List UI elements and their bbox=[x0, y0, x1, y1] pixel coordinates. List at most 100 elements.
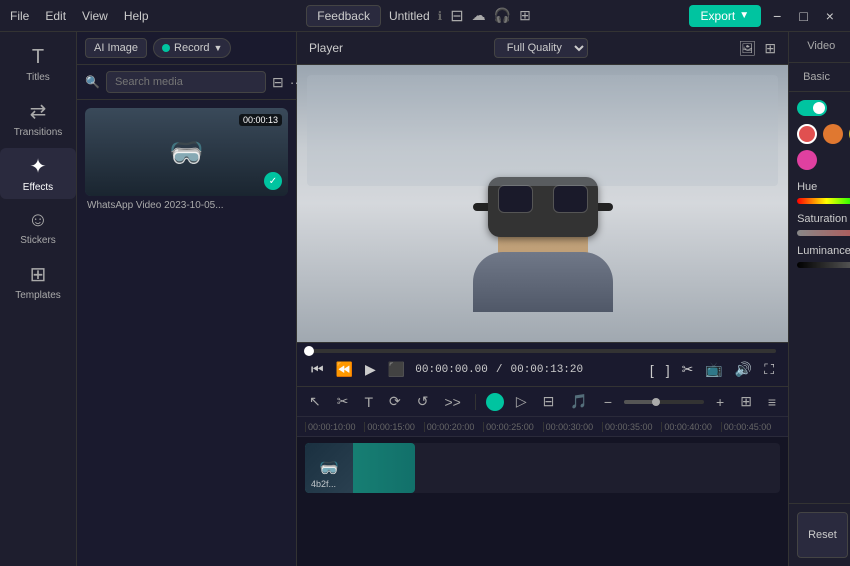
tl-split-tool[interactable]: ⊟ bbox=[539, 391, 559, 412]
list-item[interactable]: 🥽 00:00:13 ✓ WhatsApp Video 2023-10-05..… bbox=[85, 108, 288, 211]
sidebar-item-stickers[interactable]: ☺ Stickers bbox=[0, 203, 76, 252]
menu-file[interactable]: File bbox=[10, 9, 29, 23]
cloud-icon: ☁ bbox=[472, 7, 486, 24]
sidebar-item-templates[interactable]: ⊞ Templates bbox=[0, 256, 76, 307]
tl-record-button[interactable] bbox=[486, 393, 504, 411]
expand-icon[interactable]: ⊞ bbox=[764, 40, 776, 57]
menu-help[interactable]: Help bbox=[124, 9, 149, 23]
minimize-button[interactable]: − bbox=[767, 6, 787, 26]
media-item-name: WhatsApp Video 2023-10-05... bbox=[85, 200, 288, 211]
filter-icon[interactable]: ⊟ bbox=[272, 74, 284, 91]
media-search-bar: 🔍 ⊟ ··· bbox=[77, 65, 296, 100]
feedback-button[interactable]: Feedback bbox=[306, 5, 381, 27]
razor-tool[interactable]: ✂ bbox=[333, 391, 353, 412]
media-grid: 🥽 00:00:13 ✓ WhatsApp Video 2023-10-05..… bbox=[77, 100, 296, 566]
main-layout: T Titles ⇄ Transitions ✦ Effects ☺ Stick… bbox=[0, 32, 850, 566]
color-dot-pink[interactable] bbox=[797, 150, 817, 170]
toggle-knob bbox=[813, 102, 825, 114]
bracket-in-button[interactable]: [ bbox=[648, 360, 656, 380]
tl-play-tool[interactable]: ▷ bbox=[512, 391, 531, 412]
fullscreen-button[interactable]: ⛶ bbox=[762, 359, 776, 380]
maximize-button[interactable]: □ bbox=[793, 6, 813, 26]
quality-select[interactable]: Full Quality bbox=[494, 38, 588, 58]
selected-check-badge: ✓ bbox=[264, 172, 282, 190]
luminance-label: Luminance bbox=[797, 245, 850, 257]
reset-button[interactable]: Reset bbox=[797, 512, 848, 558]
tl-plus-tool[interactable]: + bbox=[712, 392, 728, 412]
tl-minus-tool[interactable]: − bbox=[600, 392, 616, 412]
tl-zoom-slider-container bbox=[624, 400, 704, 404]
app-title: Untitled bbox=[389, 9, 430, 23]
layout-icon: ⊞ bbox=[519, 7, 531, 24]
hsl-toggle[interactable] bbox=[797, 100, 827, 116]
media-top-toolbar: AI Image Record ▼ bbox=[77, 32, 296, 65]
duration-badge: 00:00:13 bbox=[239, 114, 282, 126]
transitions-icon: ⇄ bbox=[30, 99, 47, 124]
hue-slider-track[interactable] bbox=[797, 198, 850, 204]
screen-button[interactable]: 📺 bbox=[703, 359, 724, 380]
color-subtabs: Basic HSL ◑ ⊟ ▼ bbox=[789, 63, 850, 92]
tl-options-icon[interactable]: ≡ bbox=[764, 392, 780, 412]
player-area: Player Full Quality 🖼 ⊞ bbox=[297, 32, 788, 386]
zoom-track[interactable] bbox=[624, 400, 704, 404]
ai-image-button[interactable]: AI Image bbox=[85, 38, 147, 58]
search-icon: 🔍 bbox=[85, 75, 100, 89]
menu-view[interactable]: View bbox=[82, 9, 108, 23]
image-icon[interactable]: 🖼 bbox=[739, 40, 757, 57]
titles-icon: T bbox=[32, 46, 44, 69]
menu-edit[interactable]: Edit bbox=[45, 9, 66, 23]
subtab-basic[interactable]: Basic bbox=[797, 69, 836, 85]
text-tool[interactable]: T bbox=[360, 392, 377, 412]
bracket-out-button[interactable]: ] bbox=[664, 360, 672, 380]
hue-label-row: Hue ◇ 0.00 bbox=[797, 180, 850, 194]
ruler-mark: 00:00:30:00 bbox=[543, 422, 602, 432]
close-button[interactable]: × bbox=[820, 6, 840, 26]
templates-icon: ⊞ bbox=[30, 262, 47, 287]
step-back-button[interactable]: ⏪ bbox=[334, 359, 355, 380]
refresh-tool[interactable]: ↺ bbox=[413, 391, 433, 412]
time-separator: / bbox=[496, 364, 503, 376]
volume-button[interactable]: 🔊 bbox=[733, 359, 754, 380]
pointer-tool[interactable]: ↖ bbox=[305, 391, 325, 412]
record-indicator bbox=[162, 44, 170, 52]
sidebar-item-effects[interactable]: ✦ Effects bbox=[0, 148, 76, 199]
ruler-mark: 00:00:40:00 bbox=[661, 422, 720, 432]
clip-label: 4b2f... bbox=[307, 477, 340, 491]
luminance-slider-track[interactable] bbox=[797, 262, 850, 268]
player-controls-bar: ⏮ ⏪ ▶ ⬛ 00:00:00.00 / 00:00:13:20 [ ] ✂ … bbox=[297, 342, 788, 386]
player-header: Player Full Quality 🖼 ⊞ bbox=[297, 32, 788, 65]
search-input[interactable] bbox=[106, 71, 266, 93]
tl-settings-icon[interactable]: ⊞ bbox=[736, 391, 756, 412]
sidebar-item-titles[interactable]: T Titles bbox=[0, 40, 76, 89]
stop-button[interactable]: ⬛ bbox=[386, 359, 407, 380]
more-tools[interactable]: >> bbox=[441, 392, 465, 412]
color-dot-red[interactable] bbox=[797, 124, 817, 144]
track: 🥽 4b2f... bbox=[305, 443, 780, 493]
tab-video[interactable]: Video bbox=[789, 32, 850, 62]
export-button[interactable]: Export ▼ bbox=[689, 5, 762, 27]
ruler-mark: 00:00:45:00 bbox=[721, 422, 780, 432]
transitions-label: Transitions bbox=[14, 127, 63, 138]
titlebar: File Edit View Help Feedback Untitled ℹ … bbox=[0, 0, 850, 32]
progress-bar[interactable] bbox=[309, 349, 776, 353]
play-button[interactable]: ▶ bbox=[363, 359, 378, 380]
tl-audio-tool[interactable]: 🎵 bbox=[566, 391, 591, 412]
ruler-marks-container: 00:00:10:0000:00:15:0000:00:20:0000:00:2… bbox=[305, 422, 780, 432]
titlebar-right: Export ▼ − □ × bbox=[689, 5, 840, 27]
track-clip[interactable]: 🥽 4b2f... bbox=[305, 443, 415, 493]
hue-slider-group: Hue ◇ 0.00 bbox=[797, 180, 850, 204]
stickers-label: Stickers bbox=[20, 235, 56, 246]
split-button[interactable]: ✂ bbox=[680, 359, 696, 380]
chevron-down-icon: ▼ bbox=[214, 43, 223, 53]
luminance-label-row: Luminance ◇ 0.00 bbox=[797, 244, 850, 258]
color-dot-orange[interactable] bbox=[823, 124, 843, 144]
saturation-label-row: Saturation ◇ 0.00 bbox=[797, 212, 850, 226]
video-container bbox=[297, 65, 788, 342]
record-button[interactable]: Record ▼ bbox=[153, 38, 231, 58]
sidebar-item-transitions[interactable]: ⇄ Transitions bbox=[0, 93, 76, 144]
ctrl-right: [ ] ✂ 📺 🔊 ⛶ bbox=[648, 359, 776, 380]
history-tool[interactable]: ⟳ bbox=[385, 391, 405, 412]
saturation-slider-track[interactable] bbox=[797, 230, 850, 236]
total-time: 00:00:13:20 bbox=[511, 364, 584, 376]
prev-frame-button[interactable]: ⏮ bbox=[309, 359, 326, 380]
